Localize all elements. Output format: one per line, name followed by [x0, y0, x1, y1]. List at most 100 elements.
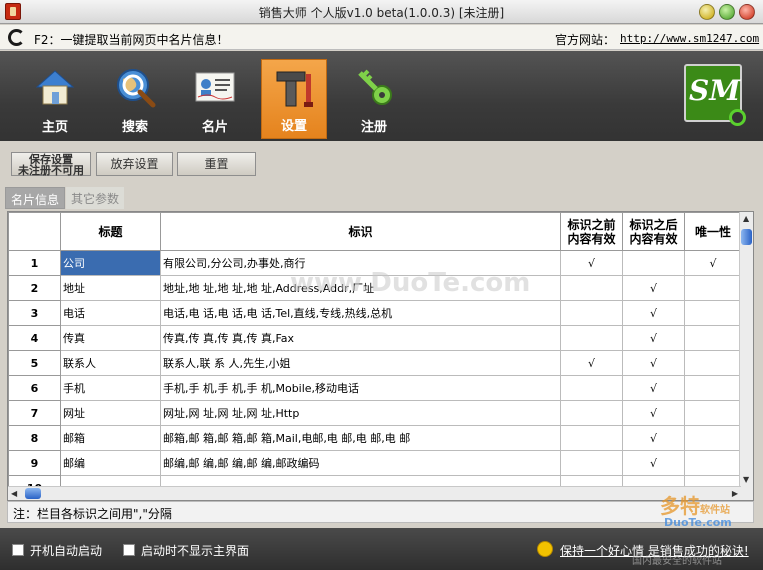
cell-ident[interactable]: 邮箱,邮 箱,邮 箱,邮 箱,Mail,电邮,电 邮,电 邮,电 邮 — [160, 425, 561, 451]
hint-bar: F2：一键提取当前网页中名片信息！ 官方网站： http://www.sm124… — [0, 25, 763, 50]
row-number: 1 — [8, 250, 61, 276]
save-settings-button[interactable]: 保存设置 未注册不可用 — [11, 152, 91, 176]
cell-before[interactable] — [560, 425, 623, 451]
hide-main-checkbox[interactable] — [123, 544, 135, 556]
cell-ident[interactable]: 手机,手 机,手 机,手 机,Mobile,移动电话 — [160, 375, 561, 401]
cell-unique[interactable] — [684, 375, 742, 401]
cell-title[interactable]: 网址 — [60, 400, 161, 426]
cell-ident[interactable]: 有限公司,分公司,办事处,商行 — [160, 250, 561, 276]
header-title[interactable]: 标题 — [60, 212, 161, 251]
autostart-checkbox[interactable] — [12, 544, 24, 556]
scroll-left-icon[interactable]: ◀ — [11, 489, 17, 498]
cell-unique[interactable] — [684, 300, 742, 326]
cell-title[interactable]: 联系人 — [60, 350, 161, 376]
header-unique[interactable]: 唯一性 — [684, 212, 742, 251]
minimize-button[interactable] — [699, 4, 715, 20]
scroll-down-icon[interactable]: ▼ — [743, 475, 749, 484]
table-row[interactable]: 4 传真 传真,传 真,传 真,传 真,Fax √ — [8, 325, 742, 351]
table-header-row: 标题 标识 标识之前 内容有效 标识之后 内容有效 唯一性 — [8, 212, 742, 251]
header-after-line1: 标识之后 — [629, 217, 678, 232]
cell-unique[interactable]: √ — [684, 250, 742, 276]
table-row[interactable]: 6 手机 手机,手 机,手 机,手 机,Mobile,移动电话 √ — [8, 375, 742, 401]
brand-logo: SM — [684, 64, 746, 126]
cell-ident[interactable]: 传真,传 真,传 真,传 真,Fax — [160, 325, 561, 351]
header-ident[interactable]: 标识 — [160, 212, 561, 251]
cell-after[interactable]: √ — [622, 275, 685, 301]
row-number: 9 — [8, 450, 61, 476]
table-row[interactable]: 2 地址 地址,地 址,地 址,地 址,Address,Addr,厂址 √ — [8, 275, 742, 301]
autostart-option[interactable]: 开机自动启动 — [12, 542, 102, 559]
cell-after[interactable]: √ — [622, 325, 685, 351]
cell-before[interactable] — [560, 325, 623, 351]
cell-after[interactable]: √ — [622, 350, 685, 376]
toolbar-card[interactable]: 名片 — [182, 59, 248, 139]
table-row[interactable]: 7 网址 网址,网 址,网 址,网 址,Http √ — [8, 400, 742, 426]
table-row[interactable]: 3 电话 电话,电 话,电 话,电 话,Tel,直线,专线,热线,总机 √ — [8, 300, 742, 326]
toolbar-settings[interactable]: 设置 — [261, 59, 327, 139]
cell-unique[interactable] — [684, 425, 742, 451]
toolbar-search[interactable]: 搜索 — [102, 59, 168, 139]
smile-icon — [537, 541, 553, 557]
cell-before[interactable]: √ — [560, 250, 623, 276]
maximize-button[interactable] — [719, 4, 735, 20]
cell-after[interactable]: √ — [622, 400, 685, 426]
table-row[interactable]: 8 邮箱 邮箱,邮 箱,邮 箱,邮 箱,Mail,电邮,电 邮,电 邮,电 邮 … — [8, 425, 742, 451]
cell-unique[interactable] — [684, 400, 742, 426]
cell-ident[interactable]: 电话,电 话,电 话,电 话,Tel,直线,专线,热线,总机 — [160, 300, 561, 326]
cell-after[interactable]: √ — [622, 300, 685, 326]
table-row[interactable]: 9 邮编 邮编,邮 编,邮 编,邮 编,邮政编码 √ — [8, 450, 742, 476]
tools-icon — [276, 71, 313, 107]
official-site-link[interactable]: http://www.sm1247.com — [620, 32, 759, 45]
cell-title[interactable]: 电话 — [60, 300, 161, 326]
hide-main-option[interactable]: 启动时不显示主界面 — [123, 542, 249, 559]
cell-before[interactable] — [560, 450, 623, 476]
toolbar-home[interactable]: 主页 — [22, 59, 88, 139]
cell-before[interactable] — [560, 300, 623, 326]
cell-unique[interactable] — [684, 325, 742, 351]
header-before-line1: 标识之前 — [567, 217, 616, 232]
horizontal-scrollbar[interactable]: ◀ ▶ — [8, 486, 741, 500]
cell-title[interactable]: 邮箱 — [60, 425, 161, 451]
cell-after[interactable]: √ — [622, 450, 685, 476]
horizontal-scroll-thumb[interactable] — [25, 488, 41, 499]
cell-unique[interactable] — [684, 350, 742, 376]
cell-ident[interactable]: 联系人,联 系 人,先生,小姐 — [160, 350, 561, 376]
cell-after[interactable]: √ — [622, 425, 685, 451]
cell-after[interactable]: √ — [622, 375, 685, 401]
cell-before[interactable] — [560, 400, 623, 426]
cell-title[interactable]: 公司 — [60, 250, 161, 276]
header-before-line2: 内容有效 — [567, 231, 616, 246]
vertical-scroll-thumb[interactable] — [741, 229, 752, 245]
row-number: 5 — [8, 350, 61, 376]
tab-other-params[interactable]: 其它参数 — [66, 187, 125, 209]
cell-ident[interactable]: 邮编,邮 编,邮 编,邮 编,邮政编码 — [160, 450, 561, 476]
cell-title[interactable]: 传真 — [60, 325, 161, 351]
scroll-right-icon[interactable]: ▶ — [732, 489, 738, 498]
header-before[interactable]: 标识之前 内容有效 — [560, 212, 623, 251]
row-number: 2 — [8, 275, 61, 301]
table-row[interactable]: 1 公司 有限公司,分公司,办事处,商行 √ √ — [8, 250, 742, 276]
tab-card-info[interactable]: 名片信息 — [5, 187, 66, 209]
close-button[interactable] — [739, 4, 755, 20]
reset-button[interactable]: 重置 — [177, 152, 256, 176]
cell-before[interactable] — [560, 375, 623, 401]
vertical-scrollbar[interactable]: ▲ ▼ — [739, 212, 753, 500]
cell-ident[interactable]: 地址,地 址,地 址,地 址,Address,Addr,厂址 — [160, 275, 561, 301]
cell-after[interactable] — [622, 250, 685, 276]
bottom-bar: 开机自动启动 启动时不显示主界面 保持一个好心情 是销售成功的秘诀! — [0, 528, 763, 570]
cell-before[interactable] — [560, 275, 623, 301]
scroll-up-icon[interactable]: ▲ — [743, 214, 749, 223]
discard-settings-button[interactable]: 放弃设置 — [96, 152, 173, 176]
cell-unique[interactable] — [684, 275, 742, 301]
cell-title[interactable]: 地址 — [60, 275, 161, 301]
cell-before[interactable]: √ — [560, 350, 623, 376]
cell-unique[interactable] — [684, 450, 742, 476]
cell-ident[interactable]: 网址,网 址,网 址,网 址,Http — [160, 400, 561, 426]
slogan-link[interactable]: 保持一个好心情 是销售成功的秘诀! — [560, 542, 749, 559]
field-table: 标题 标识 标识之前 内容有效 标识之后 内容有效 唯一性 1 公司 有限公司,分公… — [8, 212, 742, 500]
toolbar-register[interactable]: 注册 — [341, 59, 407, 139]
cell-title[interactable]: 手机 — [60, 375, 161, 401]
header-after[interactable]: 标识之后 内容有效 — [622, 212, 685, 251]
table-row[interactable]: 5 联系人 联系人,联 系 人,先生,小姐 √ √ — [8, 350, 742, 376]
cell-title[interactable]: 邮编 — [60, 450, 161, 476]
